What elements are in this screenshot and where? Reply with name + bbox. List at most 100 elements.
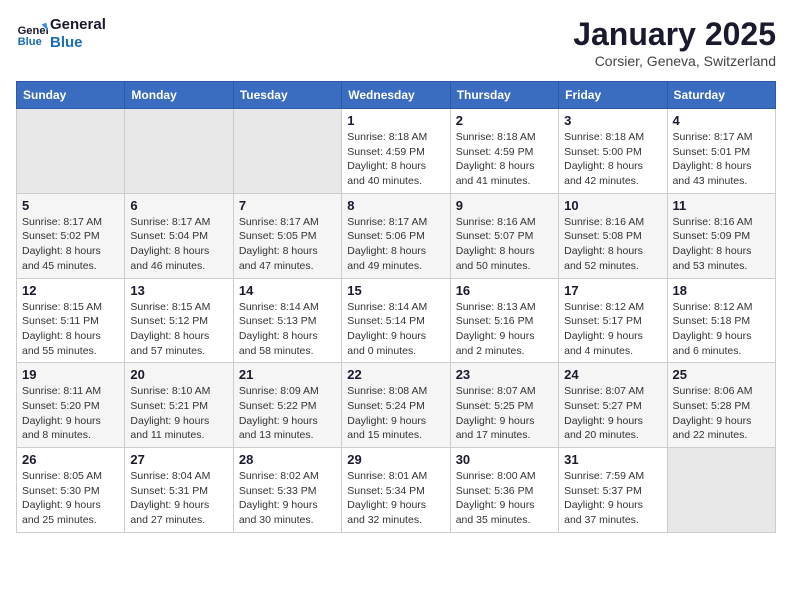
day-number: 2	[456, 113, 553, 128]
day-info: Sunrise: 8:18 AM Sunset: 5:00 PM Dayligh…	[564, 130, 661, 189]
day-number: 18	[673, 283, 770, 298]
logo-icon: General Blue	[16, 18, 48, 50]
logo: General Blue General Blue	[16, 16, 106, 52]
day-info: Sunrise: 8:15 AM Sunset: 5:12 PM Dayligh…	[130, 300, 227, 359]
day-number: 7	[239, 198, 336, 213]
calendar-cell: 28 Sunrise: 8:02 AM Sunset: 5:33 PM Dayli…	[233, 448, 341, 533]
day-info: Sunrise: 7:59 AM Sunset: 5:37 PM Dayligh…	[564, 469, 661, 528]
day-info: Sunrise: 8:10 AM Sunset: 5:21 PM Dayligh…	[130, 384, 227, 443]
day-number: 8	[347, 198, 444, 213]
header-monday: Monday	[125, 82, 233, 109]
calendar-cell: 24Sunrise: 8:07 AM Sunset: 5:27 PM Dayli…	[559, 363, 667, 448]
day-number: 21	[239, 367, 336, 382]
day-info: Sunrise: 8:17 AM Sunset: 5:04 PM Dayligh…	[130, 215, 227, 274]
day-number: 17	[564, 283, 661, 298]
calendar-cell: 11 Sunrise: 8:16 AM Sunset: 5:09 PM Dayli…	[667, 193, 775, 278]
day-info: Sunrise: 8:07 AM Sunset: 5:25 PM Dayligh…	[456, 384, 553, 443]
day-info: Sunrise: 8:08 AM Sunset: 5:24 PM Dayligh…	[347, 384, 444, 443]
day-number: 24	[564, 367, 661, 382]
calendar-cell: 23 Sunrise: 8:07 AM Sunset: 5:25 PM Dayli…	[450, 363, 558, 448]
day-number: 3	[564, 113, 661, 128]
calendar-cell: 21 Sunrise: 8:09 AM Sunset: 5:22 PM Dayli…	[233, 363, 341, 448]
day-number: 26	[22, 452, 119, 467]
day-info: Sunrise: 8:02 AM Sunset: 5:33 PM Dayligh…	[239, 469, 336, 528]
calendar-cell: 14Sunrise: 8:14 AM Sunset: 5:13 PM Dayli…	[233, 278, 341, 363]
calendar-header: SundayMondayTuesdayWednesdayThursdayFrid…	[17, 82, 776, 109]
week-row-2: 12 Sunrise: 8:15 AM Sunset: 5:11 PM Dayli…	[17, 278, 776, 363]
calendar-cell: 31 Sunrise: 7:59 AM Sunset: 5:37 PM Dayli…	[559, 448, 667, 533]
calendar-cell	[667, 448, 775, 533]
day-info: Sunrise: 8:18 AM Sunset: 4:59 PM Dayligh…	[456, 130, 553, 189]
calendar-title: January 2025	[573, 16, 776, 53]
day-info: Sunrise: 8:17 AM Sunset: 5:01 PM Dayligh…	[673, 130, 770, 189]
day-info: Sunrise: 8:18 AM Sunset: 4:59 PM Dayligh…	[347, 130, 444, 189]
header-row: SundayMondayTuesdayWednesdayThursdayFrid…	[17, 82, 776, 109]
day-number: 13	[130, 283, 227, 298]
calendar-body: 1 Sunrise: 8:18 AM Sunset: 4:59 PM Daylig…	[17, 109, 776, 533]
calendar-cell: 22 Sunrise: 8:08 AM Sunset: 5:24 PM Dayli…	[342, 363, 450, 448]
day-number: 16	[456, 283, 553, 298]
calendar-cell: 25 Sunrise: 8:06 AM Sunset: 5:28 PM Dayli…	[667, 363, 775, 448]
day-number: 31	[564, 452, 661, 467]
calendar-cell	[17, 109, 125, 194]
page-header: General Blue General Blue January 2025 C…	[16, 16, 776, 69]
day-info: Sunrise: 8:12 AM Sunset: 5:17 PM Dayligh…	[564, 300, 661, 359]
calendar-cell: 3 Sunrise: 8:18 AM Sunset: 5:00 PM Daylig…	[559, 109, 667, 194]
day-info: Sunrise: 8:14 AM Sunset: 5:14 PM Dayligh…	[347, 300, 444, 359]
calendar-cell: 12 Sunrise: 8:15 AM Sunset: 5:11 PM Dayli…	[17, 278, 125, 363]
day-info: Sunrise: 8:11 AM Sunset: 5:20 PM Dayligh…	[22, 384, 119, 443]
calendar-cell: 26 Sunrise: 8:05 AM Sunset: 5:30 PM Dayli…	[17, 448, 125, 533]
day-info: Sunrise: 8:16 AM Sunset: 5:08 PM Dayligh…	[564, 215, 661, 274]
logo-line1: General	[50, 16, 106, 34]
header-friday: Friday	[559, 82, 667, 109]
day-number: 1	[347, 113, 444, 128]
day-number: 11	[673, 198, 770, 213]
calendar-cell: 1 Sunrise: 8:18 AM Sunset: 4:59 PM Daylig…	[342, 109, 450, 194]
calendar-cell: 16 Sunrise: 8:13 AM Sunset: 5:16 PM Dayli…	[450, 278, 558, 363]
day-info: Sunrise: 8:15 AM Sunset: 5:11 PM Dayligh…	[22, 300, 119, 359]
calendar-cell: 10 Sunrise: 8:16 AM Sunset: 5:08 PM Dayli…	[559, 193, 667, 278]
day-number: 5	[22, 198, 119, 213]
header-sunday: Sunday	[17, 82, 125, 109]
day-number: 29	[347, 452, 444, 467]
calendar-cell: 5Sunrise: 8:17 AM Sunset: 5:02 PM Daylig…	[17, 193, 125, 278]
week-row-0: 1 Sunrise: 8:18 AM Sunset: 4:59 PM Daylig…	[17, 109, 776, 194]
day-number: 15	[347, 283, 444, 298]
header-saturday: Saturday	[667, 82, 775, 109]
calendar-cell: 29Sunrise: 8:01 AM Sunset: 5:34 PM Dayli…	[342, 448, 450, 533]
title-block: January 2025 Corsier, Geneva, Switzerlan…	[573, 16, 776, 69]
calendar-cell: 27 Sunrise: 8:04 AM Sunset: 5:31 PM Dayli…	[125, 448, 233, 533]
day-info: Sunrise: 8:12 AM Sunset: 5:18 PM Dayligh…	[673, 300, 770, 359]
day-info: Sunrise: 8:09 AM Sunset: 5:22 PM Dayligh…	[239, 384, 336, 443]
day-info: Sunrise: 8:16 AM Sunset: 5:07 PM Dayligh…	[456, 215, 553, 274]
day-number: 27	[130, 452, 227, 467]
day-number: 9	[456, 198, 553, 213]
day-number: 25	[673, 367, 770, 382]
day-number: 22	[347, 367, 444, 382]
day-info: Sunrise: 8:13 AM Sunset: 5:16 PM Dayligh…	[456, 300, 553, 359]
week-row-1: 5Sunrise: 8:17 AM Sunset: 5:02 PM Daylig…	[17, 193, 776, 278]
calendar-cell: 6Sunrise: 8:17 AM Sunset: 5:04 PM Daylig…	[125, 193, 233, 278]
day-number: 12	[22, 283, 119, 298]
week-row-3: 19Sunrise: 8:11 AM Sunset: 5:20 PM Dayli…	[17, 363, 776, 448]
day-number: 28	[239, 452, 336, 467]
day-number: 10	[564, 198, 661, 213]
calendar-cell	[125, 109, 233, 194]
day-info: Sunrise: 8:17 AM Sunset: 5:06 PM Dayligh…	[347, 215, 444, 274]
calendar-cell: 2 Sunrise: 8:18 AM Sunset: 4:59 PM Daylig…	[450, 109, 558, 194]
calendar-cell: 30Sunrise: 8:00 AM Sunset: 5:36 PM Dayli…	[450, 448, 558, 533]
header-tuesday: Tuesday	[233, 82, 341, 109]
calendar-table: SundayMondayTuesdayWednesdayThursdayFrid…	[16, 81, 776, 533]
day-number: 23	[456, 367, 553, 382]
day-info: Sunrise: 8:06 AM Sunset: 5:28 PM Dayligh…	[673, 384, 770, 443]
calendar-cell	[233, 109, 341, 194]
calendar-cell: 13 Sunrise: 8:15 AM Sunset: 5:12 PM Dayli…	[125, 278, 233, 363]
logo-line2: Blue	[50, 34, 106, 52]
day-info: Sunrise: 8:16 AM Sunset: 5:09 PM Dayligh…	[673, 215, 770, 274]
day-info: Sunrise: 8:14 AM Sunset: 5:13 PM Dayligh…	[239, 300, 336, 359]
day-info: Sunrise: 8:04 AM Sunset: 5:31 PM Dayligh…	[130, 469, 227, 528]
calendar-cell: 18 Sunrise: 8:12 AM Sunset: 5:18 PM Dayli…	[667, 278, 775, 363]
calendar-cell: 19Sunrise: 8:11 AM Sunset: 5:20 PM Dayli…	[17, 363, 125, 448]
svg-text:General: General	[18, 25, 48, 37]
day-info: Sunrise: 8:05 AM Sunset: 5:30 PM Dayligh…	[22, 469, 119, 528]
